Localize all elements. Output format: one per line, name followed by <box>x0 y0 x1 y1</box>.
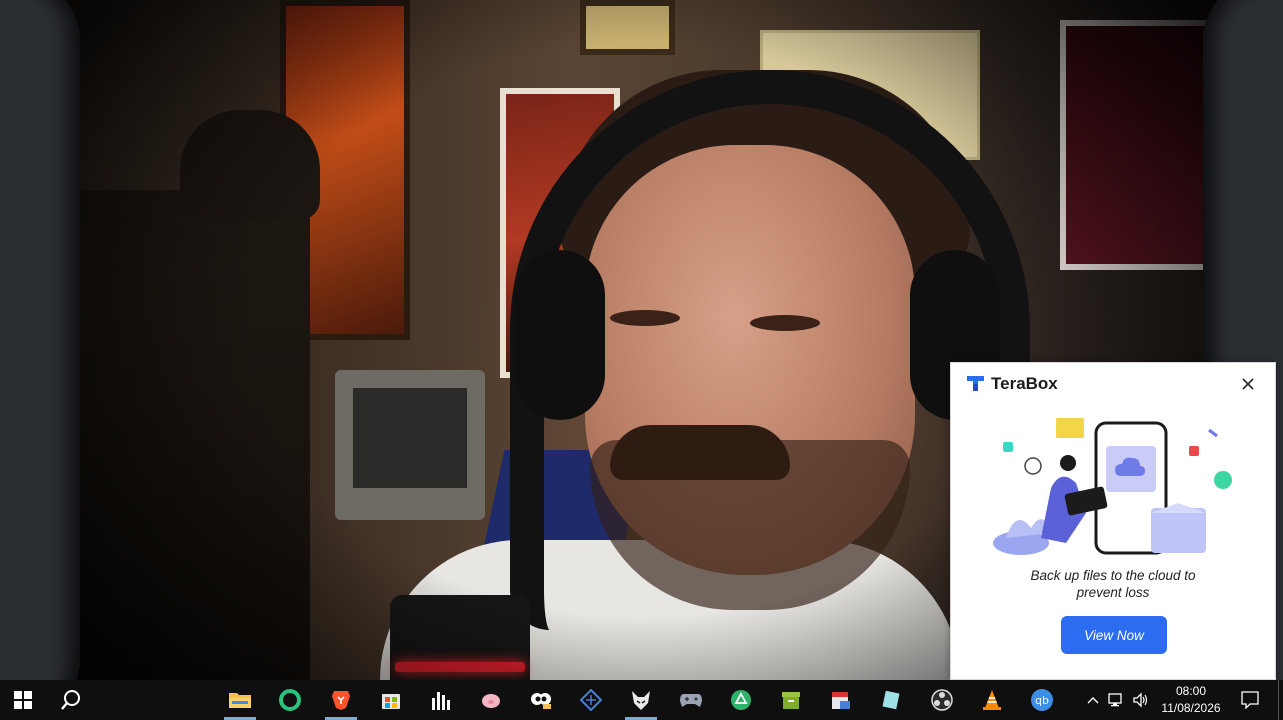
volume-icon <box>1133 692 1148 708</box>
notification-header: TeraBox <box>951 363 1275 405</box>
taskbar: qb 08:00 11/08/2026 <box>0 680 1283 720</box>
taskbar-app-vlc[interactable] <box>970 680 1014 720</box>
qb-icon: qb <box>1031 689 1053 711</box>
chevron-up-icon <box>1087 697 1099 704</box>
taskbar-app-notes[interactable] <box>869 680 913 720</box>
folder-icon <box>229 693 251 708</box>
start-button[interactable] <box>1 680 45 720</box>
clock-date: 11/08/2026 <box>1161 701 1221 715</box>
equalizer-bars-icon <box>432 692 450 710</box>
notification-bubble-icon <box>1241 691 1259 709</box>
pig-icon <box>482 694 500 708</box>
clock-time: 08:00 <box>1175 684 1207 698</box>
taskbar-app-archive[interactable] <box>769 680 813 720</box>
action-center-button[interactable] <box>1238 680 1262 720</box>
taskbar-app-clipboard[interactable] <box>519 680 563 720</box>
tray-network-button[interactable] <box>1106 680 1128 720</box>
diamond-grid-icon <box>580 689 602 711</box>
opera-icon <box>279 689 301 711</box>
terabox-notification: TeraBox Back up files to the cloud to pr… <box>950 362 1276 680</box>
taskbar-app-calendar[interactable] <box>819 680 863 720</box>
taskbar-app-obs[interactable] <box>920 680 964 720</box>
cloud-backup-illustration <box>993 418 1232 555</box>
tray-overflow-button[interactable] <box>1084 680 1102 720</box>
windows-logo-icon <box>14 691 32 709</box>
taskbar-app-gamepad[interactable] <box>669 680 713 720</box>
taskbar-app-equalizer[interactable] <box>419 680 463 720</box>
taskbar-app-pig[interactable] <box>469 680 513 720</box>
traffic-cone-icon <box>983 690 1001 710</box>
taskbar-app-qbittorrent[interactable]: qb <box>1020 680 1064 720</box>
network-icon <box>1108 693 1122 707</box>
brave-lion-icon <box>332 691 350 710</box>
taskbar-app-brave[interactable] <box>319 680 363 720</box>
taskbar-app-network[interactable] <box>569 680 613 720</box>
show-desktop-button[interactable] <box>1278 680 1283 720</box>
store-bag-icon <box>382 694 400 709</box>
taskbar-app-file-explorer[interactable] <box>218 680 262 720</box>
close-icon[interactable] <box>1237 373 1259 395</box>
fox-icon <box>632 691 650 710</box>
taskbar-app-fox[interactable] <box>619 680 663 720</box>
notification-brand: TeraBox <box>991 374 1058 393</box>
obs-icon <box>931 689 953 711</box>
view-now-button[interactable]: View Now <box>1061 616 1167 654</box>
svg-text:qb: qb <box>1035 694 1049 707</box>
tray-volume-button[interactable] <box>1130 680 1152 720</box>
taskbar-app-recycle[interactable] <box>719 680 763 720</box>
cartoon-face-icon <box>531 693 551 709</box>
recycle-triangle-icon <box>731 690 751 710</box>
taskbar-app-opera-gx[interactable] <box>268 680 312 720</box>
search-button[interactable] <box>49 680 93 720</box>
taskbar-app-store[interactable] <box>369 680 413 720</box>
frame-edge <box>0 0 80 680</box>
taskbar-clock[interactable]: 08:00 11/08/2026 <box>1152 680 1230 720</box>
terabox-logo-icon <box>967 376 984 391</box>
gamepad-icon <box>680 694 702 707</box>
calendar-icon <box>832 692 850 709</box>
green-bin-icon <box>782 692 800 709</box>
search-icon <box>61 690 80 710</box>
tilted-note-icon <box>882 690 900 710</box>
notification-message: Back up files to the cloud to prevent lo… <box>1030 568 1196 600</box>
